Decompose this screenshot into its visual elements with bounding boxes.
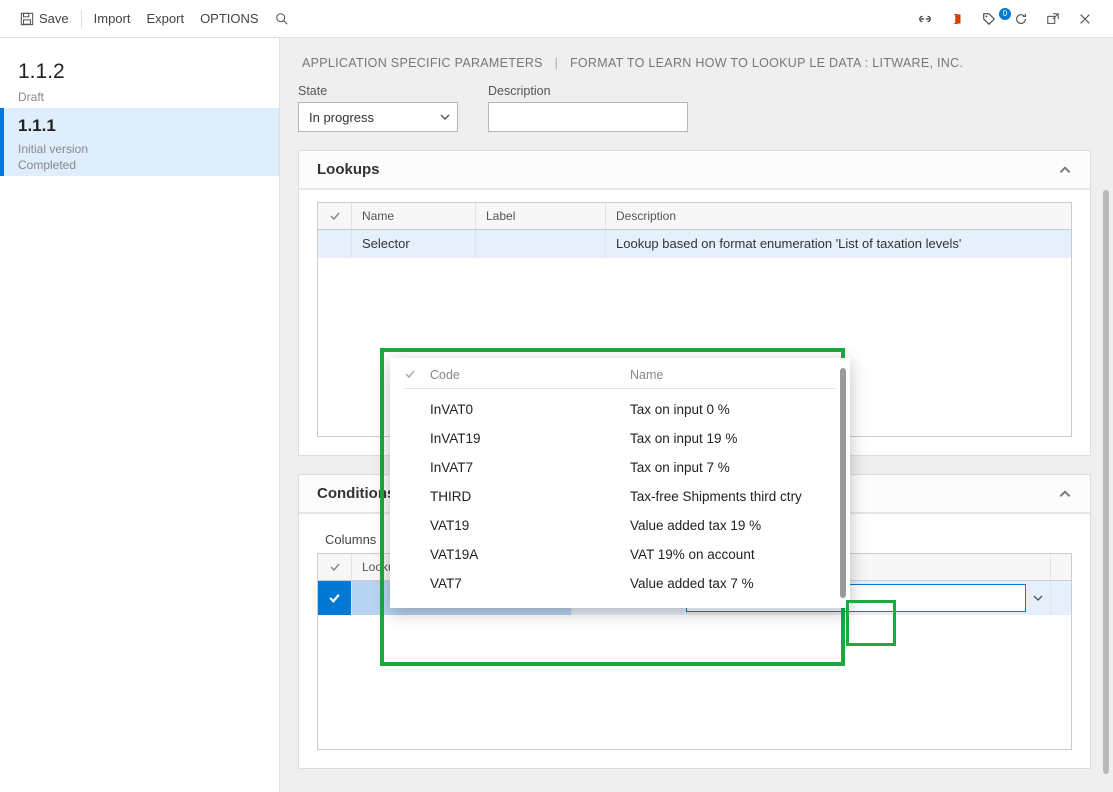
code-lookup-popup[interactable]: Code Name InVAT0Tax on input 0 %InVAT19T… (390, 358, 850, 608)
breadcrumb: APPLICATION SPECIFIC PARAMETERS | FORMAT… (298, 38, 1091, 84)
cell-name: Selector (352, 230, 476, 257)
lookups-title: Lookups (317, 161, 380, 178)
popup-option-code: InVAT0 (430, 402, 630, 417)
toolbar: Save Import Export OPTIONS (0, 0, 1113, 38)
save-label: Save (39, 11, 69, 26)
popout-button[interactable] (1037, 12, 1069, 26)
chevron-down-icon (439, 111, 451, 123)
chevron-up-icon (1058, 487, 1072, 501)
refresh-icon (1014, 12, 1028, 26)
sidebar: 1.1.2 Draft 1.1.1 Initial version Comple… (0, 38, 280, 792)
options-button[interactable]: OPTIONS (192, 0, 267, 37)
notification-button[interactable]: 0 (973, 12, 1005, 26)
export-button[interactable]: Export (138, 0, 192, 37)
popup-option[interactable]: InVAT19Tax on input 19 % (404, 424, 836, 453)
link-icon (918, 12, 932, 26)
popup-option[interactable]: VAT7Value added tax 7 % (404, 569, 836, 598)
popup-option[interactable]: InVAT0Tax on input 0 % (404, 395, 836, 424)
popup-option-code: InVAT7 (430, 460, 630, 475)
version-item-111[interactable]: 1.1.1 Initial version Completed (0, 108, 279, 176)
popup-select-all[interactable] (404, 368, 430, 382)
breadcrumb-b: FORMAT TO LEARN HOW TO LOOKUP LE DATA : … (570, 56, 963, 70)
cell-label (476, 230, 606, 257)
columns-button[interactable]: Columns (325, 532, 376, 547)
popup-option-name: Value added tax 7 % (630, 576, 836, 591)
version-status: Draft (18, 90, 261, 104)
notification-badge: 0 (999, 8, 1011, 20)
popup-col-code[interactable]: Code (430, 368, 630, 382)
popup-col-name[interactable]: Name (630, 368, 836, 382)
state-value: In progress (309, 110, 374, 125)
version-status: Initial version (18, 142, 261, 156)
popup-option[interactable]: THIRDTax-free Shipments third ctry (404, 482, 836, 511)
close-button[interactable] (1069, 12, 1101, 26)
col-header-desc[interactable]: Description (606, 203, 1071, 229)
popup-option[interactable]: InVAT7Tax on input 7 % (404, 453, 836, 482)
chevron-down-icon[interactable] (1032, 592, 1044, 604)
lookups-row[interactable]: Selector Lookup based on format enumerat… (318, 230, 1071, 258)
col-header-label[interactable]: Label (476, 203, 606, 229)
popup-option-code: THIRD (430, 489, 630, 504)
import-button[interactable]: Import (86, 0, 139, 37)
row-checkbox-checked[interactable] (318, 581, 352, 615)
tag-icon (982, 12, 996, 26)
version-number: 1.1.2 (18, 60, 261, 84)
popup-option[interactable]: VAT19Value added tax 19 % (404, 511, 836, 540)
save-icon (20, 12, 34, 26)
conditions-title: Conditions (317, 485, 395, 502)
close-icon (1078, 12, 1092, 26)
popup-scrollbar[interactable] (840, 368, 846, 598)
col-select-all[interactable] (318, 554, 352, 580)
version-status2: Completed (18, 158, 261, 172)
chevron-up-icon (1058, 163, 1072, 177)
col-select-all[interactable] (318, 203, 352, 229)
office-button[interactable] (941, 12, 973, 26)
description-label: Description (488, 84, 688, 98)
state-field: State In progress (298, 84, 458, 132)
popup-option-code: VAT19 (430, 518, 630, 533)
popout-icon (1046, 12, 1060, 26)
lookups-panel-header[interactable]: Lookups (299, 151, 1090, 190)
main-content: APPLICATION SPECIFIC PARAMETERS | FORMAT… (280, 38, 1113, 792)
popup-option-code: VAT19A (430, 547, 630, 562)
row-checkbox[interactable] (318, 230, 352, 257)
breadcrumb-sep: | (555, 56, 559, 70)
popup-option-code: InVAT19 (430, 431, 630, 446)
link-icon-button[interactable] (909, 12, 941, 26)
search-icon (275, 12, 289, 26)
office-icon (950, 12, 964, 26)
description-field: Description (488, 84, 688, 132)
popup-option-name: Value added tax 19 % (630, 518, 836, 533)
popup-option-name: Tax on input 0 % (630, 402, 836, 417)
version-number: 1.1.1 (18, 116, 261, 136)
search-button[interactable] (267, 0, 297, 37)
popup-option-name: Tax on input 7 % (630, 460, 836, 475)
description-input[interactable] (488, 102, 688, 132)
popup-option-code: VAT7 (430, 576, 630, 591)
breadcrumb-a: APPLICATION SPECIFIC PARAMETERS (302, 56, 543, 70)
cell-desc: Lookup based on format enumeration 'List… (606, 230, 1071, 257)
save-button[interactable]: Save (12, 0, 77, 37)
popup-option-name: VAT 19% on account (630, 547, 836, 562)
popup-option-name: Tax on input 19 % (630, 431, 836, 446)
separator (81, 10, 82, 28)
state-label: State (298, 84, 458, 98)
popup-option-name: Tax-free Shipments third ctry (630, 489, 836, 504)
main-scrollbar[interactable] (1103, 190, 1109, 774)
col-header-name[interactable]: Name (352, 203, 476, 229)
version-item-112[interactable]: 1.1.2 Draft (0, 52, 279, 108)
state-select[interactable]: In progress (298, 102, 458, 132)
popup-option[interactable]: VAT19AVAT 19% on account (404, 540, 836, 569)
